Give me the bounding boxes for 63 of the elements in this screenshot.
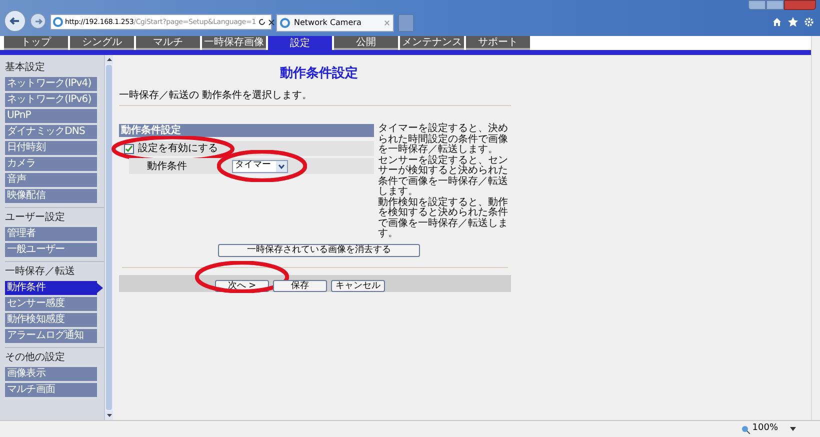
star-icon[interactable] [788,17,798,27]
down-caret-icon [106,414,112,417]
forward-arrow-icon [34,16,42,26]
action-button[interactable]: 保存 [273,280,327,292]
sidebar-item[interactable]: 画像表示 [5,367,97,381]
nav-tab[interactable]: サポート [466,36,530,50]
nav-tab[interactable]: メンテナンス [400,36,464,50]
back-arrow-icon [9,15,21,27]
scroll-down-button[interactable] [105,411,113,420]
sidebar-item[interactable]: アラームログ通知 [5,329,97,343]
sidebar-item[interactable]: マルチ画面 [5,383,97,397]
sidebar-item[interactable]: センサー感度 [5,297,97,311]
zoom-level[interactable]: 100% [752,422,778,436]
nav-tab[interactable]: マルチ [136,36,200,50]
nav-tab[interactable]: 公開 [334,36,398,50]
dropdown-caret-icon [276,160,287,172]
nav-tab[interactable]: トップ [4,36,68,50]
sidebar-heading: 基本設定 [5,61,46,75]
dropdown-value: タイマー [235,159,272,172]
help-text: センサーを設定すると、センサーが検知すると決められた条件で画像を一時保存／転送します。 [378,156,508,197]
enable-checkbox[interactable] [124,144,134,154]
sidebar-item[interactable]: 日付時刻 [5,141,97,155]
sidebar-item[interactable]: ネットワーク(IPv4) [5,77,97,91]
field-label: 動作条件 [146,160,188,174]
back-button[interactable] [4,10,26,32]
sidebar-item[interactable]: ネットワーク(IPv6) [5,93,97,107]
selected-arrow-icon [97,283,103,293]
sidebar-item[interactable]: ダイナミックDNS [5,125,97,139]
scrollbar-thumb[interactable] [106,65,112,410]
up-caret-icon [106,58,112,61]
checkbox-label: 設定を有効にする [138,142,218,156]
browser-tab[interactable]: Network Camera [276,14,394,32]
page-title: 動作条件設定 [279,64,359,82]
help-text: 動作検知を設定すると、動作を検知すると決められた条件で画像を一時保存／転送します。 [378,198,508,240]
sidebar-scrollbar[interactable] [104,55,113,420]
sidebar-item[interactable]: UPnP [5,109,97,123]
sidebar-item[interactable]: 一般ユーザー [5,243,97,257]
nav-tab[interactable]: シングル [70,36,134,50]
nav-tab[interactable]: 設定 [268,36,332,50]
delete-images-button[interactable]: 一時保存されている画像を消去する [218,244,420,256]
panel-header: 動作条件設定 [119,124,374,137]
sidebar-item[interactable]: 音声 [5,173,97,187]
action-button[interactable]: キャンセル [331,280,385,292]
zoom-icon [741,424,750,434]
help-text: タイマーを設定すると、決められた時間設定の条件で画像を一時保存／転送します。 [378,124,508,155]
ie-page-icon [53,17,63,27]
page-description: 一時保存／転送の 動作条件を選択します。 [119,88,314,101]
condition-dropdown[interactable]: タイマー [232,160,288,172]
sidebar-item[interactable]: カメラ [5,157,97,171]
sidebar-item[interactable]: 映像配信 [5,189,97,203]
refresh-icon[interactable] [258,18,266,26]
caret-icon[interactable] [790,427,796,431]
settings-icon[interactable] [804,17,814,27]
nav-tab[interactable]: 一時保存画像 [202,36,266,50]
sidebar-item[interactable]: 管理者 [5,227,97,241]
home-icon[interactable] [772,17,782,27]
ie-page-icon [280,18,290,28]
scroll-up-button[interactable] [105,55,113,64]
forward-button[interactable] [30,13,46,29]
close-icon[interactable] [268,18,275,26]
check-icon [125,144,133,152]
tab-title: Network Camera [294,17,362,29]
sidebar-item[interactable]: 動作検知感度 [5,313,97,327]
